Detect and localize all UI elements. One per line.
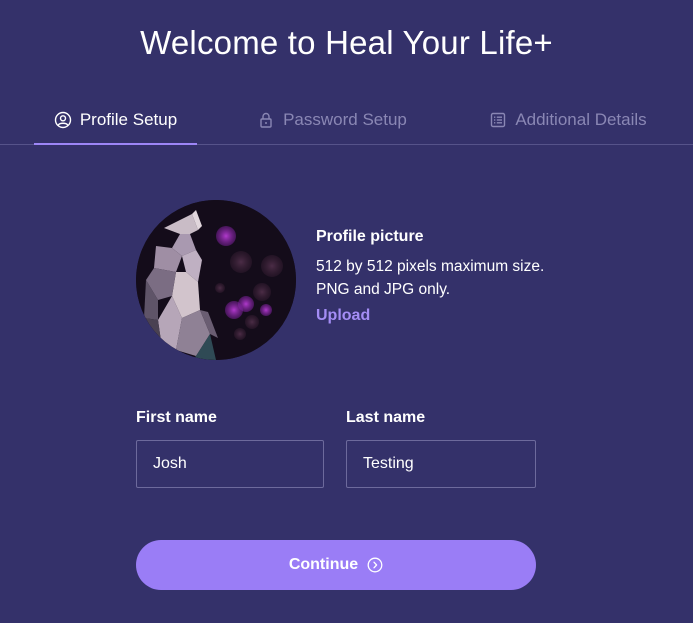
tab-password-setup[interactable]: Password Setup: [242, 96, 422, 144]
profile-picture-info: Profile picture 512 by 512 pixels maximu…: [316, 228, 616, 325]
chevron-right-circle-icon: [367, 557, 383, 573]
tab-profile-setup[interactable]: Profile Setup: [34, 96, 197, 145]
profile-picture-heading: Profile picture: [316, 228, 424, 245]
profile-avatar[interactable]: [136, 200, 296, 360]
upload-link[interactable]: Upload: [316, 307, 370, 325]
first-name-field[interactable]: [136, 440, 324, 488]
setup-tabs: Profile Setup Password Setup Additional …: [0, 96, 693, 145]
avatar-image: [136, 200, 296, 360]
size-note: 512 by 512 pixels maximum size.: [316, 258, 545, 275]
tab-additional-details[interactable]: Additional Details: [470, 96, 666, 144]
format-note: PNG and JPG only.: [316, 281, 451, 298]
tab-label: Additional Details: [515, 110, 647, 129]
continue-label: Continue: [288, 556, 359, 573]
lock-icon: [257, 111, 275, 129]
tab-label: Profile Setup: [79, 110, 178, 129]
continue-button[interactable]: Continue: [136, 540, 536, 590]
last-name-label: Last name: [346, 409, 426, 426]
page-title: Welcome to Heal Your Life+: [140, 24, 553, 61]
first-name-label: First name: [136, 409, 217, 426]
user-circle-icon: [54, 111, 72, 129]
list-icon: [489, 111, 507, 129]
last-name-field[interactable]: [346, 440, 536, 488]
tab-label: Password Setup: [283, 110, 407, 129]
